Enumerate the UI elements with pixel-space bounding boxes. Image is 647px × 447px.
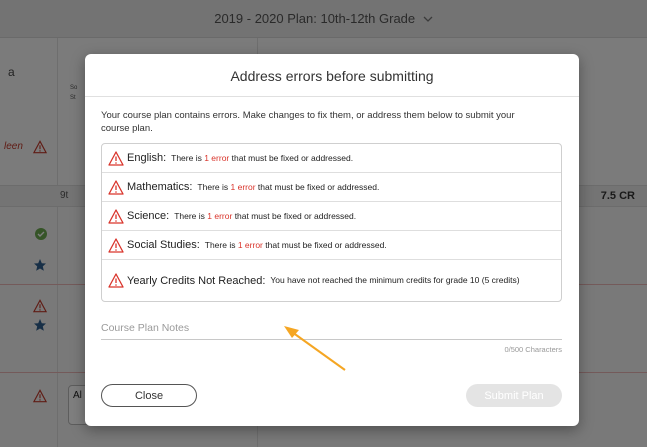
warning-icon [108,273,124,288]
submit-errors-dialog: Address errors before submitting Your co… [85,54,579,426]
dialog-divider [85,96,579,97]
error-subject: English: [127,152,167,164]
error-message-suffix: that must be fixed or addressed. [255,182,380,192]
error-message-suffix: that must be fixed or addressed. [229,153,354,163]
close-button[interactable]: Close [101,384,197,407]
error-item-science: Science: There is 1 error that must be f… [102,202,561,231]
submit-plan-button[interactable]: Submit Plan [466,384,562,407]
error-count: 1 error [237,240,263,250]
error-subject: Yearly Credits Not Reached: [127,274,266,287]
warning-icon [108,208,124,224]
error-count: 1 error [204,153,230,163]
error-item-mathematics: Mathematics: There is 1 error that must … [102,173,561,202]
error-message-suffix: that must be fixed or addressed. [232,211,357,221]
error-message-suffix: that must be fixed or addressed. [262,240,387,250]
error-subject: Mathematics: [127,181,193,193]
error-message: There is 1 error that must be fixed or a… [171,153,353,163]
error-item-social-studies: Social Studies: There is 1 error that mu… [102,231,561,260]
error-message-prefix: There is [197,182,231,192]
error-message: There is 1 error that must be fixed or a… [174,211,356,221]
dialog-title: Address errors before submitting [230,68,434,84]
dialog-intro: Your course plan contains errors. Make c… [101,110,515,134]
error-count: 1 error [230,182,256,192]
error-message: You have not reached the minimum credits… [270,275,520,285]
warning-icon [108,179,124,195]
warning-icon [108,237,124,253]
error-message: There is 1 error that must be fixed or a… [205,240,387,250]
character-counter: 0/500 Characters [504,345,562,354]
error-subject: Science: [127,210,170,222]
notes-underline [101,339,562,340]
warning-icon [108,150,124,166]
error-message-prefix: There is [174,211,208,221]
error-list: English: There is 1 error that must be f… [101,143,562,302]
error-message-prefix: There is [171,153,205,163]
error-message: There is 1 error that must be fixed or a… [197,182,379,192]
error-item-english: English: There is 1 error that must be f… [102,144,561,173]
error-subject: Social Studies: [127,239,200,251]
error-message-prefix: There is [204,240,238,250]
error-item-yearly-credits: Yearly Credits Not Reached: You have not… [102,260,561,301]
course-plan-notes-input[interactable]: Course Plan Notes [101,322,189,334]
error-count: 1 error [207,211,233,221]
